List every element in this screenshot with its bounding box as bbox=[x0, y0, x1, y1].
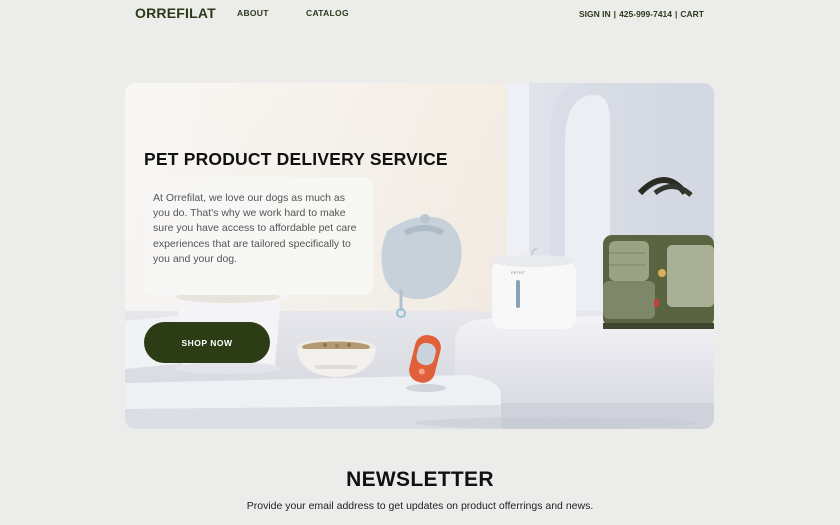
hero-title: PET PRODUCT DELIVERY SERVICE bbox=[144, 149, 448, 169]
hero-banner: PETKIT PET PRODUCT DELIVERY SERVICE At O… bbox=[125, 83, 714, 429]
nav-about-link[interactable]: ABOUT bbox=[237, 8, 269, 18]
utility-separator: | bbox=[675, 9, 678, 19]
nav-catalog-link[interactable]: CATALOG bbox=[306, 8, 349, 18]
shop-now-button[interactable]: SHOP NOW bbox=[144, 322, 270, 363]
newsletter-subtitle: Provide your email address to get update… bbox=[246, 500, 594, 512]
brand-logo[interactable]: ORREFILAT bbox=[135, 5, 216, 21]
cart-link[interactable]: CART bbox=[680, 9, 704, 19]
utility-separator: | bbox=[613, 9, 617, 19]
phone-number[interactable]: 425-999-7414 bbox=[619, 9, 672, 19]
page: ORREFILAT ABOUT CATALOG SIGN IN | 425-99… bbox=[0, 0, 840, 525]
utility-nav: SIGN IN | 425-999-7414 | CART bbox=[579, 9, 704, 19]
hero-description-card: At Orrefilat, we love our dogs as much a… bbox=[144, 177, 373, 295]
fountain-brand-label: PETKIT bbox=[511, 270, 526, 275]
newsletter-title: NEWSLETTER bbox=[346, 468, 494, 491]
hero-description: At Orrefilat, we love our dogs as much a… bbox=[153, 192, 357, 265]
sign-in-link[interactable]: SIGN IN bbox=[579, 9, 611, 19]
site-header: ORREFILAT ABOUT CATALOG SIGN IN | 425-99… bbox=[0, 0, 840, 28]
